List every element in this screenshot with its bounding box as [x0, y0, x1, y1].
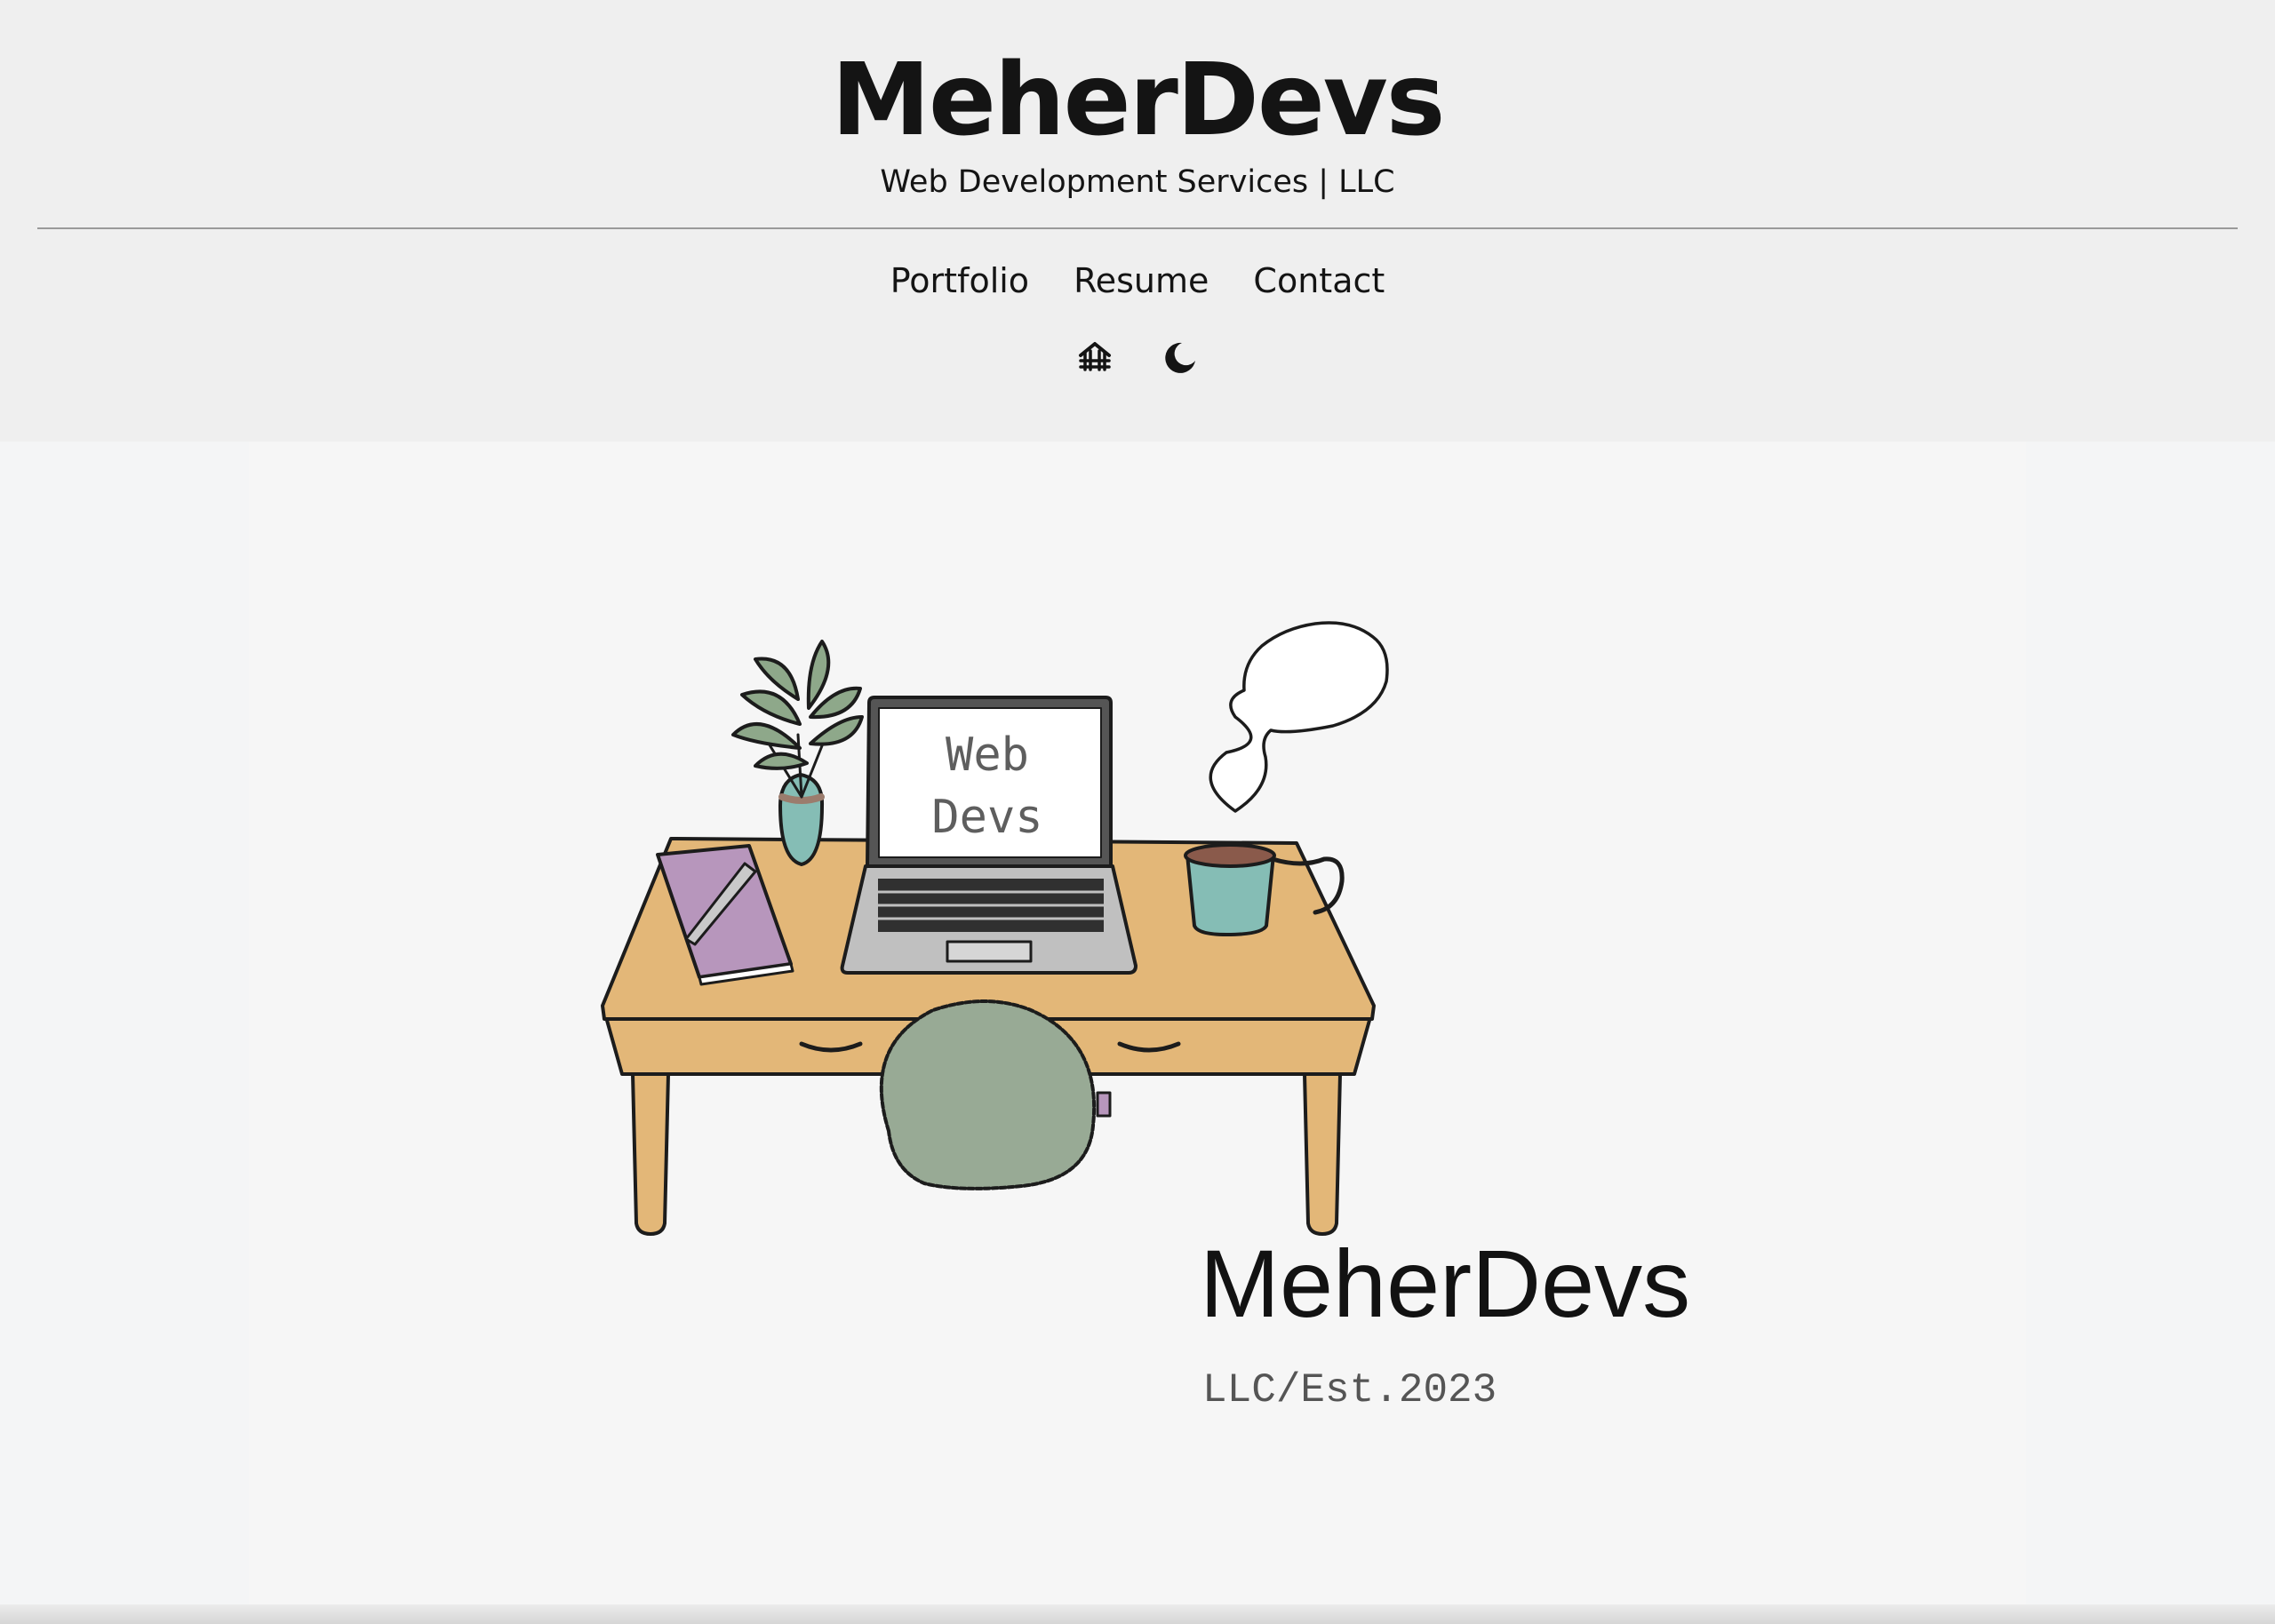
nav-link-resume[interactable]: Resume	[1074, 256, 1209, 306]
icon-toolbar	[0, 338, 2275, 377]
desk-illustration: Web Devs MeherDevs LLC/Est.2023	[601, 621, 1690, 1413]
desk-leg-left	[631, 1072, 670, 1236]
house-icon[interactable]	[1075, 338, 1114, 377]
nav-link-contact[interactable]: Contact	[1253, 256, 1385, 306]
logo-tagline: LLC/Est.2023	[1202, 1367, 1497, 1413]
main-nav: Portfolio Resume Contact	[0, 256, 2275, 306]
hero-section: Web Devs MeherDevs LLC/Est.2023	[249, 442, 2026, 1605]
site-header: MeherDevs Web Development Services | LLC…	[0, 0, 2275, 442]
floor-cushion-icon	[879, 999, 1097, 1190]
plant-icon	[731, 640, 864, 866]
steam-cloud	[1209, 621, 1389, 813]
logo-name: MeherDevs	[1200, 1230, 1690, 1337]
site-title[interactable]: MeherDevs	[0, 43, 2275, 158]
moon-icon[interactable]	[1161, 338, 1200, 377]
desk-leg-right	[1303, 1072, 1342, 1236]
page-bottom-edge	[0, 1604, 2275, 1624]
site-subtitle: Web Development Services | LLC	[880, 164, 1395, 200]
nav-link-portfolio[interactable]: Portfolio	[890, 256, 1029, 306]
laptop-screen-line1: Web	[946, 728, 1029, 782]
header-divider	[37, 227, 2238, 229]
laptop-screen-line2: Devs	[931, 791, 1042, 844]
